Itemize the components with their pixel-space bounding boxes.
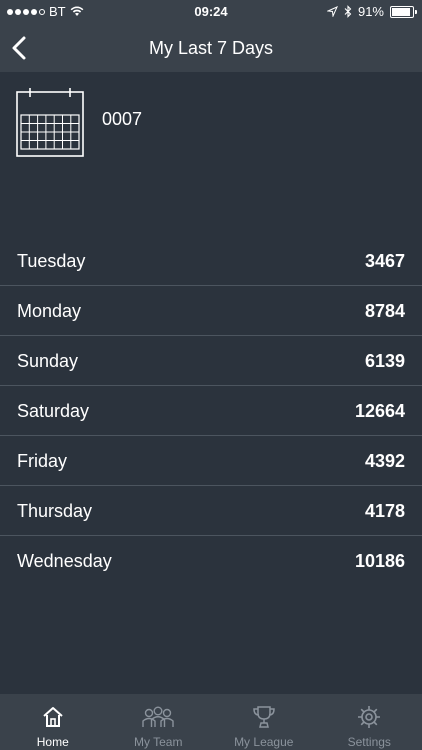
- tab-label: My League: [234, 735, 294, 749]
- day-name: Wednesday: [17, 551, 112, 571]
- battery-icon: [390, 5, 417, 18]
- day-row[interactable]: Monday 8784: [0, 286, 422, 336]
- tab-home[interactable]: Home: [0, 694, 106, 750]
- bluetooth-icon: [344, 5, 352, 18]
- day-value: 12664: [354, 401, 405, 421]
- header-card: 0007: [0, 72, 422, 242]
- day-value: 8784: [364, 301, 405, 321]
- day-value: 10186: [354, 551, 405, 571]
- tab-label: My Team: [134, 735, 183, 749]
- day-row[interactable]: Sunday 6139: [0, 336, 422, 386]
- gear-icon: [358, 706, 381, 728]
- status-right: 91%: [326, 4, 417, 19]
- day-name: Monday: [17, 301, 82, 321]
- home-icon: [43, 707, 63, 727]
- day-row[interactable]: Saturday 12664: [0, 386, 422, 436]
- day-value: 6139: [364, 351, 405, 371]
- days-list: Tuesday 3467 Monday 8784 Sunday 6139 Sat…: [0, 236, 422, 585]
- day-value: 4392: [364, 451, 405, 471]
- day-row[interactable]: Tuesday 3467: [0, 236, 422, 286]
- navigation-bar: My Last 7 Days: [0, 24, 422, 72]
- status-bar: BT 09:24 91%: [0, 0, 422, 24]
- tab-bar: Home My Team My League Settings: [0, 694, 422, 750]
- tab-label: Settings: [347, 735, 391, 749]
- day-name: Tuesday: [17, 251, 86, 271]
- day-value: 4178: [364, 501, 405, 521]
- battery-level: [392, 7, 411, 16]
- day-row[interactable]: Thursday 4178: [0, 486, 422, 536]
- location-arrow-icon: [326, 6, 338, 17]
- calendar-icon: [16, 88, 84, 157]
- trophy-icon: [252, 706, 275, 728]
- team-icon: [142, 706, 174, 727]
- tab-label: Home: [36, 735, 69, 749]
- header-id: 0007: [102, 109, 143, 129]
- day-row[interactable]: Wednesday 10186: [0, 536, 422, 585]
- day-name: Thursday: [17, 501, 93, 521]
- tab-my-team[interactable]: My Team: [106, 694, 212, 750]
- tab-my-league[interactable]: My League: [211, 694, 317, 750]
- battery-percent: 91%: [357, 4, 384, 19]
- day-name: Saturday: [17, 401, 90, 421]
- tab-settings[interactable]: Settings: [317, 694, 422, 750]
- day-value: 3467: [364, 251, 405, 271]
- page-title: My Last 7 Days: [148, 38, 274, 58]
- day-name: Friday: [17, 451, 68, 471]
- day-name: Sunday: [17, 351, 79, 371]
- day-row[interactable]: Friday 4392: [0, 436, 422, 486]
